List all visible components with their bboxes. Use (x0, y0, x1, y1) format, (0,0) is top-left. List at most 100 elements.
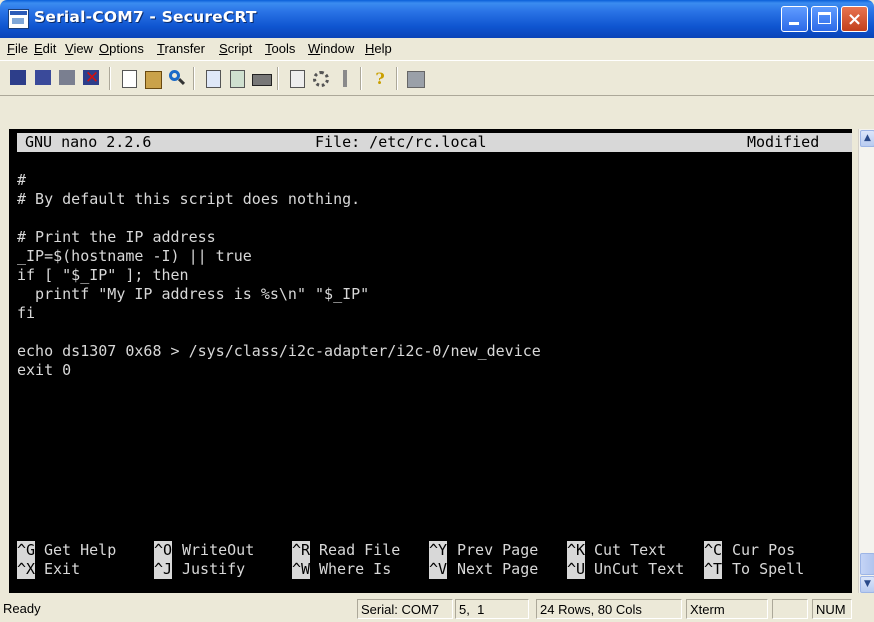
log-session-button[interactable] (202, 68, 224, 89)
status-serial-port: Serial: COM7 (357, 599, 453, 619)
shortcut-key: ^O (154, 541, 173, 560)
menu-view[interactable]: View (65, 41, 93, 56)
toolbar-separator (193, 67, 195, 90)
nano-header: GNU nano 2.2.6 File: /etc/rc.local Modif… (17, 133, 852, 152)
shortcut-key: ^Y (429, 541, 448, 560)
terminal-line: if [ "$_IP" ]; then (17, 266, 189, 284)
copy-button[interactable] (118, 68, 140, 89)
scroll-down-button[interactable]: ▼ (860, 576, 874, 593)
help-icon: ? (375, 69, 385, 88)
terminal-line: _IP=$(hostname -I) || true (17, 247, 252, 265)
terminal-line: fi (17, 304, 36, 322)
toolbar-separator (396, 67, 398, 90)
shortcut-label: WriteOut (182, 541, 255, 559)
shortcut-key: ^J (154, 560, 173, 579)
menu-edit[interactable]: Edit (34, 41, 56, 56)
connect-icon (10, 70, 26, 85)
maximize-button[interactable] (811, 6, 838, 32)
shortcut-key: ^W (292, 560, 311, 579)
shortcut-label: Get Help (44, 541, 117, 559)
toolbar-separator (360, 67, 362, 90)
disconnect-button[interactable]: ✕ (81, 68, 103, 89)
red-x-icon: ✕ (84, 68, 100, 88)
keymap-button[interactable] (334, 68, 356, 89)
quick-connect-icon (35, 70, 51, 85)
session-options-button[interactable] (286, 68, 308, 89)
menu-transfer[interactable]: Transfer (157, 41, 205, 56)
scroll-thumb[interactable] (860, 553, 874, 575)
terminal-line: printf "My IP address is %s\n" "$_IP" (17, 285, 370, 303)
status-terminal-size: 24 Rows, 80 Cols (536, 599, 682, 619)
find-button[interactable] (166, 68, 188, 89)
nano-file-name: File: /etc/rc.local (315, 133, 487, 151)
maximize-icon (818, 12, 831, 24)
status-ready: Ready (3, 601, 41, 616)
magnifier-handle (177, 77, 186, 86)
minimize-button[interactable] (781, 6, 808, 32)
shortcut-label: Where Is (319, 560, 392, 578)
title-bar[interactable]: Serial-COM7 - SecureCRT × (0, 0, 874, 38)
shortcut-key: ^K (567, 541, 586, 560)
shortcut-label: Prev Page (457, 541, 539, 559)
quick-connect-button[interactable] (33, 68, 55, 89)
vertical-scrollbar[interactable]: ▲ ▼ (858, 129, 874, 593)
toolbar-separator (109, 67, 111, 90)
nano-version: GNU nano 2.2.6 (25, 133, 152, 151)
status-num-lock: NUM (812, 599, 852, 619)
menu-tools[interactable]: Tools (265, 41, 295, 56)
terminal-line: # Print the IP address (17, 228, 216, 246)
global-options-icon (313, 71, 329, 87)
connect-button[interactable] (8, 68, 30, 89)
menu-file[interactable]: File (7, 41, 28, 56)
reconnect-button[interactable] (57, 68, 79, 89)
securecrt-app-icon[interactable] (8, 9, 29, 29)
window-title: Serial-COM7 - SecureCRT (34, 8, 257, 26)
status-bar: Ready Serial: COM7 5, 1 24 Rows, 80 Cols… (0, 596, 874, 622)
shortcut-key: ^G (17, 541, 36, 560)
global-options-button[interactable] (310, 68, 332, 89)
status-cursor-position: 5, 1 (455, 599, 529, 619)
terminal-line: # By default this script does nothing. (17, 190, 361, 208)
minimize-icon (789, 22, 799, 25)
print-screen-button[interactable] (226, 68, 248, 89)
shortcut-label: Cur Pos (732, 541, 796, 559)
nano-shortcuts-row-1: ^G Get Help ^O WriteOut ^R Read File ^Y … (17, 541, 795, 560)
chevron-down-icon: ▼ (864, 579, 871, 589)
paste-button[interactable] (142, 68, 164, 89)
sftp-button[interactable] (404, 68, 426, 89)
paste-icon (145, 71, 162, 89)
shortcut-key: ^R (292, 541, 311, 560)
scroll-up-button[interactable]: ▲ (860, 130, 874, 147)
menu-window[interactable]: Window (308, 41, 354, 56)
menu-bar: File Edit View Options Transfer Script T… (0, 38, 874, 60)
shortcut-label: Cut Text (594, 541, 667, 559)
sftp-icon (407, 71, 425, 88)
status-blank (772, 599, 808, 619)
close-button[interactable]: × (841, 6, 868, 32)
chevron-up-icon: ▲ (864, 133, 871, 143)
shortcut-key: ^C (704, 541, 723, 560)
keymap-icon (343, 70, 347, 87)
print-screen-icon (230, 70, 245, 88)
shortcut-key: ^U (567, 560, 586, 579)
terminal-screen[interactable]: GNU nano 2.2.6 File: /etc/rc.local Modif… (17, 129, 852, 593)
print-button[interactable] (250, 68, 272, 89)
nano-shortcuts-row-2: ^X Exit ^J Justify ^W Where Is ^V Next P… (17, 560, 804, 579)
terminal-line: exit 0 (17, 361, 72, 379)
menu-help[interactable]: Help (365, 41, 392, 56)
shortcut-label: Read File (319, 541, 401, 559)
securecrt-window: Serial-COM7 - SecureCRT × File Edit View… (0, 0, 874, 622)
menu-options[interactable]: Options (99, 41, 144, 56)
shortcut-label: To Spell (732, 560, 805, 578)
session-options-icon (290, 70, 305, 88)
status-emulation: Xterm (686, 599, 768, 619)
nano-modified-status: Modified (747, 133, 820, 151)
shortcut-key: ^T (704, 560, 723, 579)
shortcut-label: Justify (182, 560, 246, 578)
toolbar: ✕ ? (0, 60, 874, 96)
menu-script[interactable]: Script (219, 41, 252, 56)
help-button[interactable]: ? (369, 68, 391, 89)
log-session-icon (206, 70, 221, 88)
terminal-line: echo ds1307 0x68 > /sys/class/i2c-adapte… (17, 342, 541, 360)
terminal-line: # (17, 171, 27, 189)
